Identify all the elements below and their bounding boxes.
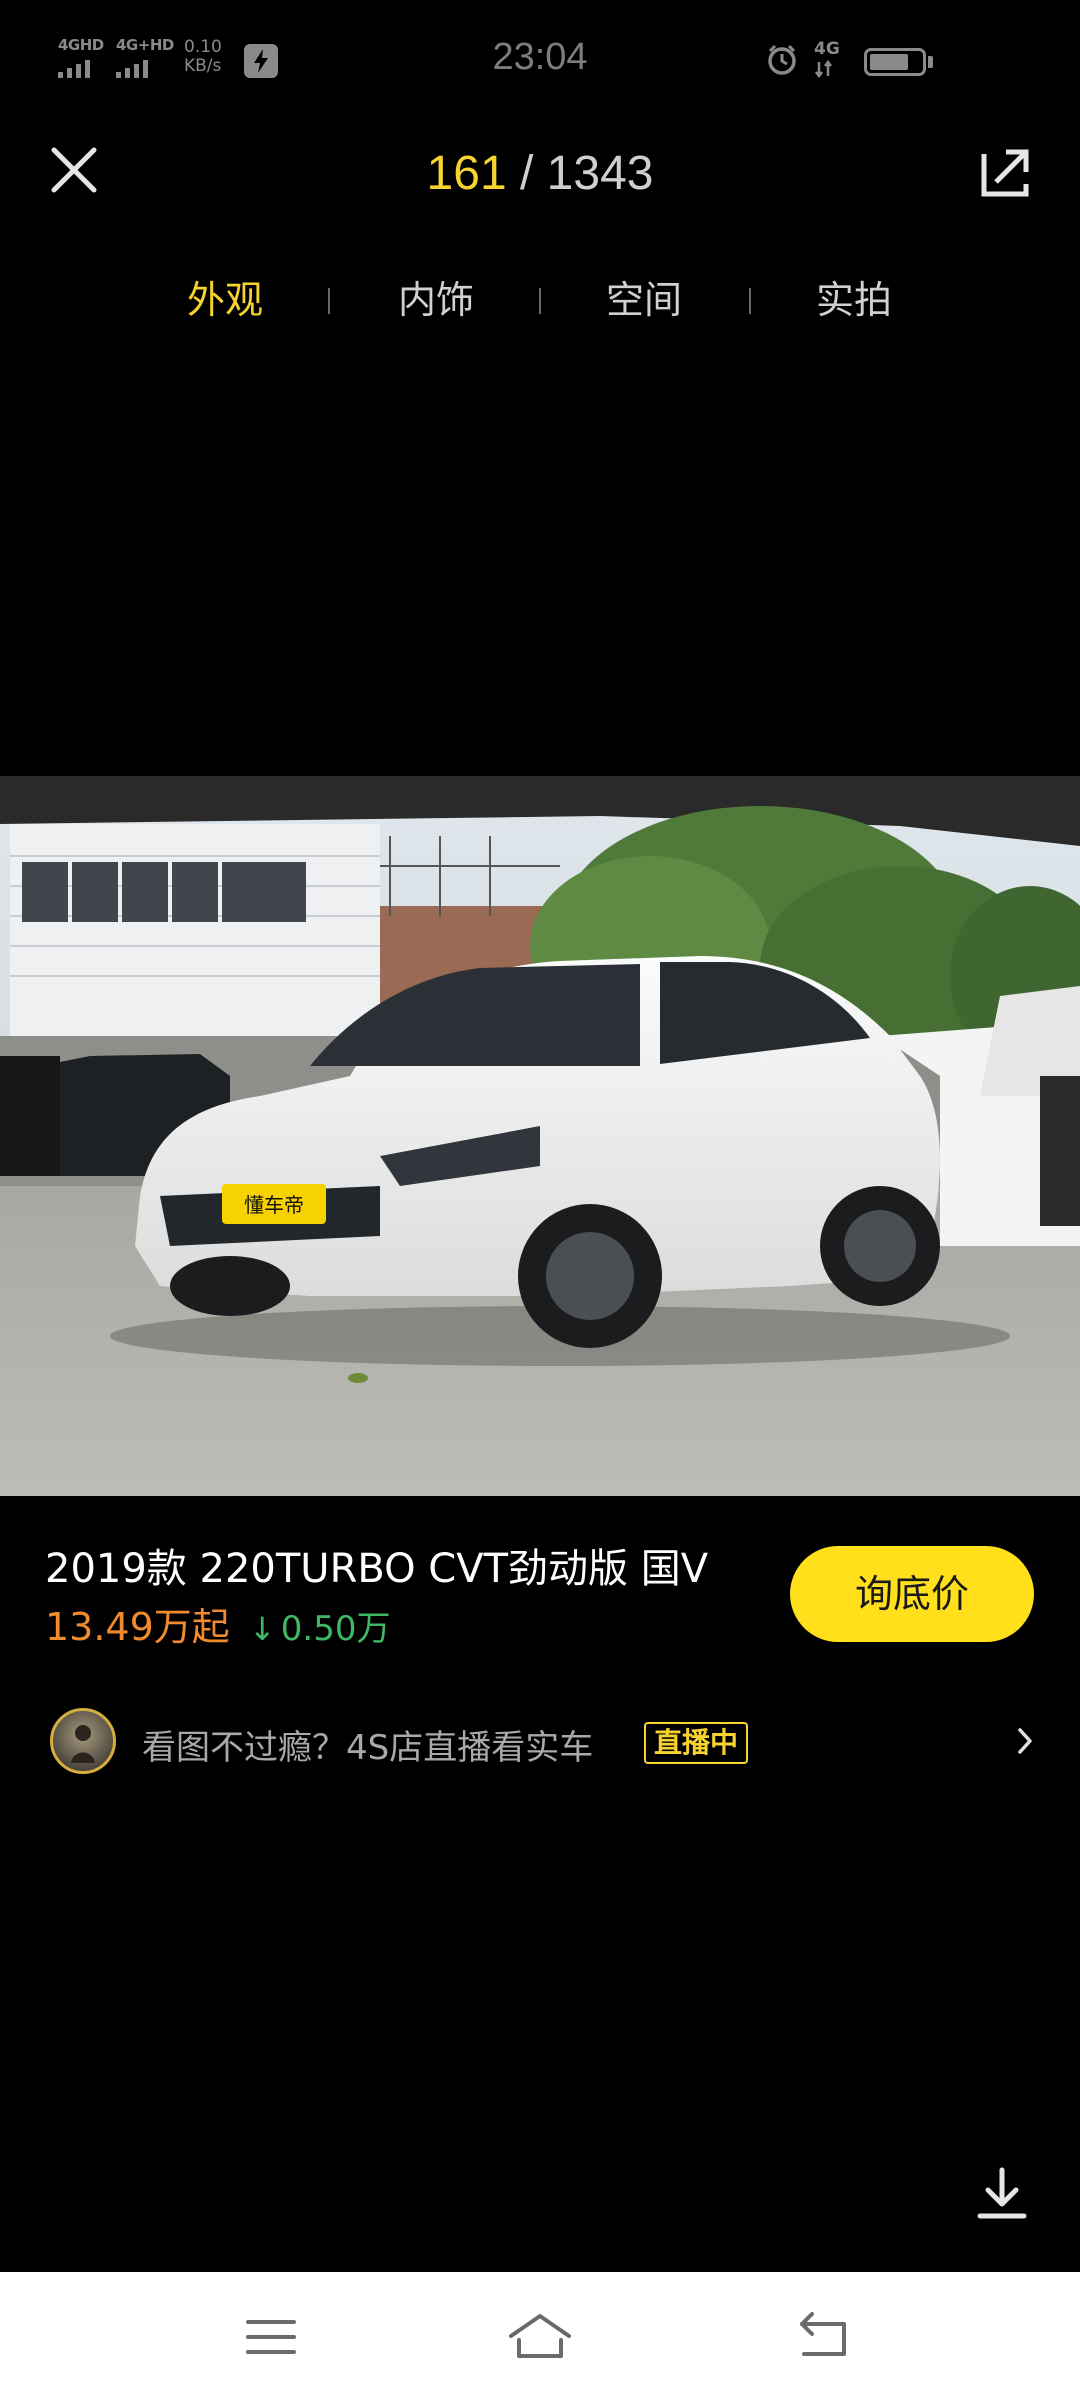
live-badge: 直播中 [644,1722,749,1764]
network-type-label: 4G [814,39,840,59]
back-icon [800,2312,846,2356]
live-stream-text: 看图不过瘾？4S店直播看实车 [142,1728,594,1768]
arrow-down-icon: ↓ [248,1610,276,1648]
download-icon [977,2167,1027,2219]
live-stream-banner[interactable]: 看图不过瘾？4S店直播看实车 直播中 [50,1706,1040,1782]
tab-divider [328,288,330,314]
download-button[interactable] [972,2164,1032,2224]
back-button[interactable] [788,2302,858,2372]
total-count: 1343 [546,147,654,200]
status-bar: 4GHD 4G+HD 0.10 KB/s 23:04 4G [0,0,1080,124]
network-type: 4G [814,40,840,78]
tab-divider [749,288,751,314]
home-button[interactable] [505,2302,575,2372]
car-price: 13.49万起 [45,1605,230,1649]
share-button[interactable] [978,144,1034,200]
alarm-icon [764,42,800,78]
menu-button[interactable] [236,2302,306,2372]
tab-space[interactable]: 空间 [574,270,714,330]
avatar [50,1708,116,1774]
home-icon [509,2314,571,2358]
ask-price-button[interactable]: 询底价 [790,1546,1034,1642]
price-row: 13.49万起 ↓ 0.50万 [45,1596,391,1651]
photo-watermark: 懂车帝 [244,1193,304,1217]
price-drop: 0.50万 [280,1609,391,1649]
share-icon [981,149,1029,197]
chevron-right-icon [1010,1724,1040,1758]
system-nav-bar [0,2272,1080,2400]
category-tabs: 外观 内饰 空间 实拍 [0,270,1080,340]
counter-separator: / [519,147,534,200]
battery-icon [864,48,933,76]
car-title: 2019款 220TURBO CVT劲动版 国V [45,1546,709,1592]
menu-icon [246,2320,296,2354]
car-photo[interactable]: 懂车帝 [0,776,1080,1496]
image-counter: 161 / 1343 [0,146,1080,201]
tab-exterior[interactable]: 外观 [155,270,295,330]
tab-real-shots[interactable]: 实拍 [784,270,924,330]
tab-divider [539,288,541,314]
current-index: 161 [426,147,507,200]
tab-interior[interactable]: 内饰 [366,270,506,330]
